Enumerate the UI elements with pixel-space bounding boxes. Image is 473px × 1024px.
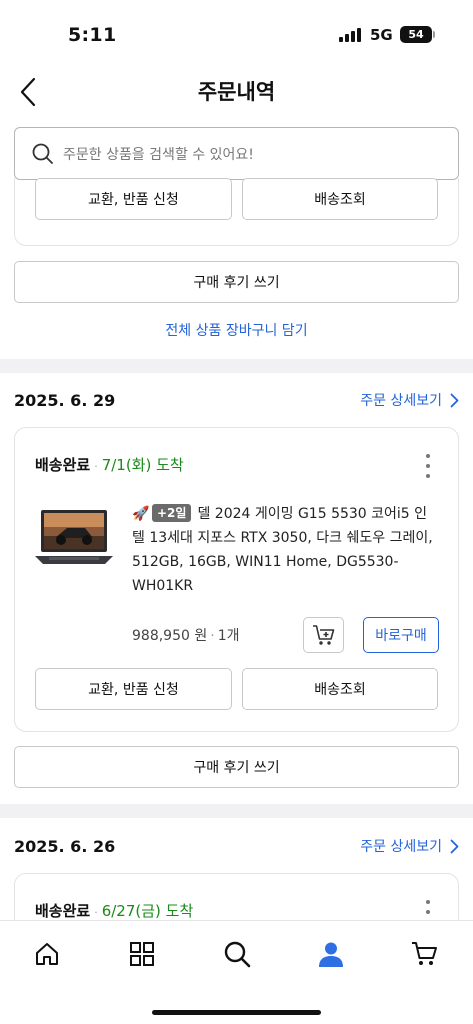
order-date: 2025. 6. 29: [14, 390, 116, 410]
buy-now-button[interactable]: 바로구매: [363, 617, 439, 653]
exchange-return-button[interactable]: 교환, 반품 신청: [35, 178, 232, 220]
product-quantity: 1개: [217, 628, 240, 644]
exchange-return-button[interactable]: 교환, 반품 신청: [35, 668, 232, 710]
order-detail-label: 주문 상세보기: [360, 393, 442, 409]
network-label: 5G: [370, 26, 393, 44]
separator-dot: ·: [94, 906, 98, 919]
search-placeholder: 주문한 상품을 검색할 수 있어요!: [63, 146, 254, 163]
tab-category[interactable]: [122, 937, 162, 971]
delivery-arrival: 6/27(금) 도착: [101, 902, 194, 920]
section-divider: [0, 359, 473, 373]
delivery-status: 배송완료: [35, 456, 91, 474]
cart-plus-icon: [312, 625, 334, 645]
search-input[interactable]: 주문한 상품을 검색할 수 있어요!: [14, 127, 459, 180]
separator-dot: ·: [94, 460, 98, 473]
page-title: 주문내역: [197, 80, 276, 104]
write-review-button[interactable]: 구매 후기 쓰기: [14, 746, 459, 788]
tab-search[interactable]: [217, 937, 257, 971]
previous-order-card: 교환, 반품 신청 배송조회: [14, 178, 459, 246]
product-price: 988,950 원: [132, 628, 208, 644]
order-detail-link[interactable]: 주문 상세보기: [360, 390, 459, 410]
cart-icon: [412, 942, 437, 965]
bottom-tab-bar: [0, 920, 473, 1024]
home-icon: [36, 943, 58, 965]
delivery-row: 배송완료 · 6/27(금) 도착: [35, 900, 193, 921]
tab-my-page[interactable]: [311, 937, 351, 971]
home-indicator: [152, 1010, 321, 1015]
chevron-right-icon: [450, 393, 459, 407]
delivery-status: 배송완료: [35, 902, 91, 920]
order-card: 배송완료 · 7/1(화) 도착 🚀 +2일 델 2024 게이밍 G15 5530…: [14, 427, 459, 732]
battery-icon: 54: [400, 26, 432, 43]
tracking-button[interactable]: 배송조회: [242, 178, 438, 220]
status-time: 5:11: [68, 24, 117, 46]
order-detail-link[interactable]: 주문 상세보기: [360, 836, 459, 856]
battery-tip: [433, 31, 435, 38]
tab-home[interactable]: [27, 937, 67, 971]
tracking-button[interactable]: 배송조회: [242, 668, 438, 710]
search-icon: [32, 143, 53, 164]
add-to-cart-button[interactable]: [303, 617, 344, 653]
tab-cart[interactable]: [405, 937, 445, 971]
chevron-right-icon: [450, 839, 459, 853]
product-name[interactable]: 🚀 +2일 델 2024 게이밍 G15 5530 코어i5 인텔 13세대 지포스…: [132, 502, 437, 598]
order-detail-label: 주문 상세보기: [360, 839, 442, 855]
product-image[interactable]: [35, 508, 113, 568]
write-review-button[interactable]: 구매 후기 쓰기: [14, 261, 459, 303]
separator-dot: ·: [210, 628, 215, 644]
delivery-row: 배송완료 · 7/1(화) 도착: [35, 454, 184, 475]
nav-bar: 주문내역: [0, 62, 473, 122]
order-date-row: 2025. 6. 29 주문 상세보기: [14, 385, 459, 415]
more-options-icon[interactable]: [418, 454, 438, 478]
rocket-icon: 🚀: [132, 506, 150, 522]
section-divider: [0, 804, 473, 818]
price-row: 988,950 원 · 1개: [132, 625, 239, 645]
category-icon: [130, 942, 154, 966]
delivery-arrival: 7/1(화) 도착: [101, 456, 184, 474]
delivery-badge: +2일: [152, 504, 192, 522]
search-icon: [224, 941, 251, 968]
order-date-row: 2025. 6. 26 주문 상세보기: [14, 831, 459, 861]
signal-icon: [339, 28, 363, 42]
status-bar: 5:11 5G 54: [0, 0, 473, 62]
add-all-to-cart-link[interactable]: 전체 상품 장바구니 담기: [0, 320, 473, 340]
my-page-icon: [319, 942, 343, 967]
order-date: 2025. 6. 26: [14, 836, 116, 856]
